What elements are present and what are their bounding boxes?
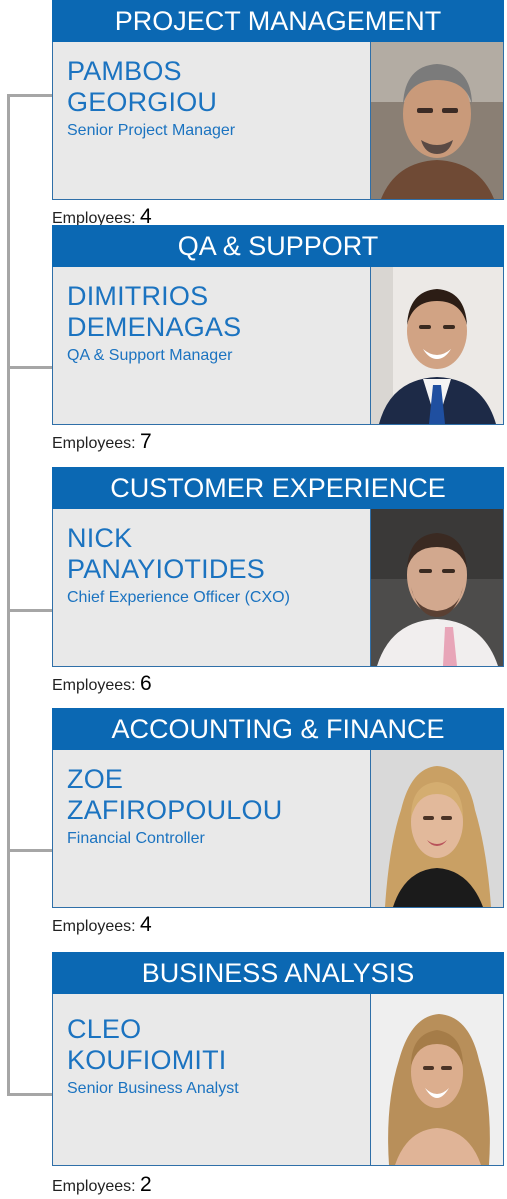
employee-first-name: DIMITRIOS: [67, 281, 209, 311]
employee-panel: CLEO KOUFIOMITI Senior Business Analyst: [52, 994, 504, 1166]
department-card-customer-experience: CUSTOMER EXPERIENCE NICK PANAYIOTIDES Ch…: [52, 467, 504, 695]
employee-panel: PAMBOS GEORGIOU Senior Project Manager: [52, 42, 504, 200]
connector-branch-qa-support: [7, 366, 53, 369]
department-title: CUSTOMER EXPERIENCE: [52, 467, 504, 509]
employee-first-name: PAMBOS: [67, 56, 182, 86]
employee-count: Employees: 4: [52, 913, 152, 937]
connector-branch-project-management: [7, 94, 53, 97]
employees-value: 7: [140, 430, 152, 453]
employee-role: Financial Controller: [67, 830, 205, 847]
employee-role: Chief Experience Officer (CXO): [67, 589, 290, 606]
employee-count: Employees: 6: [52, 672, 152, 696]
employee-first-name: NICK: [67, 523, 133, 553]
employee-last-name: DEMENAGAS: [67, 312, 242, 342]
employee-photo: [370, 42, 503, 199]
employee-info: PAMBOS GEORGIOU Senior Project Manager: [67, 56, 367, 142]
department-card-business-analysis: BUSINESS ANALYSIS CLEO KOUFIOMITI Senior…: [52, 952, 504, 1196]
employee-last-name: PANAYIOTIDES: [67, 554, 265, 584]
connector-trunk: [7, 95, 10, 1095]
employees-label: Employees:: [52, 918, 136, 935]
employees-label: Employees:: [52, 435, 136, 452]
employee-first-name: CLEO: [67, 1014, 142, 1044]
employee-count: Employees: 7: [52, 430, 152, 454]
department-title: BUSINESS ANALYSIS: [52, 952, 504, 994]
connector-branch-customer-experience: [7, 609, 53, 612]
employees-label: Employees:: [52, 1178, 136, 1195]
employee-role: QA & Support Manager: [67, 347, 233, 364]
employee-photo: [370, 509, 503, 666]
department-card-accounting-finance: ACCOUNTING & FINANCE ZOE ZAFIROPOULOU Fi…: [52, 708, 504, 936]
employees-value: 2: [140, 1173, 152, 1196]
department-card-project-management: PROJECT MANAGEMENT PAMBOS GEORGIOU Senio…: [52, 0, 504, 228]
employee-photo: [370, 750, 503, 907]
employee-photo: [370, 994, 503, 1165]
department-title: PROJECT MANAGEMENT: [52, 0, 504, 42]
employee-panel: DIMITRIOS DEMENAGAS QA & Support Manager: [52, 267, 504, 425]
employee-info: DIMITRIOS DEMENAGAS QA & Support Manager: [67, 281, 367, 367]
employee-count: Employees: 2: [52, 1173, 152, 1197]
employee-info: CLEO KOUFIOMITI Senior Business Analyst: [67, 1014, 367, 1100]
department-card-qa-support: QA & SUPPORT DIMITRIOS DEMENAGAS QA & Su…: [52, 225, 504, 453]
employee-info: ZOE ZAFIROPOULOU Financial Controller: [67, 764, 367, 850]
employee-info: NICK PANAYIOTIDES Chief Experience Offic…: [67, 523, 367, 609]
department-title: ACCOUNTING & FINANCE: [52, 708, 504, 750]
department-title: QA & SUPPORT: [52, 225, 504, 267]
employee-role: Senior Project Manager: [67, 122, 236, 139]
employees-value: 6: [140, 672, 152, 695]
connector-branch-business-analysis: [7, 1093, 53, 1096]
employee-panel: ZOE ZAFIROPOULOU Financial Controller: [52, 750, 504, 908]
employee-last-name: GEORGIOU: [67, 87, 218, 117]
employee-last-name: ZAFIROPOULOU: [67, 795, 283, 825]
employees-value: 4: [140, 913, 152, 936]
employee-panel: NICK PANAYIOTIDES Chief Experience Offic…: [52, 509, 504, 667]
employee-photo: [370, 267, 503, 424]
employee-first-name: ZOE: [67, 764, 124, 794]
employees-label: Employees:: [52, 677, 136, 694]
employee-last-name: KOUFIOMITI: [67, 1045, 227, 1075]
connector-branch-accounting-finance: [7, 849, 53, 852]
employee-role: Senior Business Analyst: [67, 1080, 239, 1097]
